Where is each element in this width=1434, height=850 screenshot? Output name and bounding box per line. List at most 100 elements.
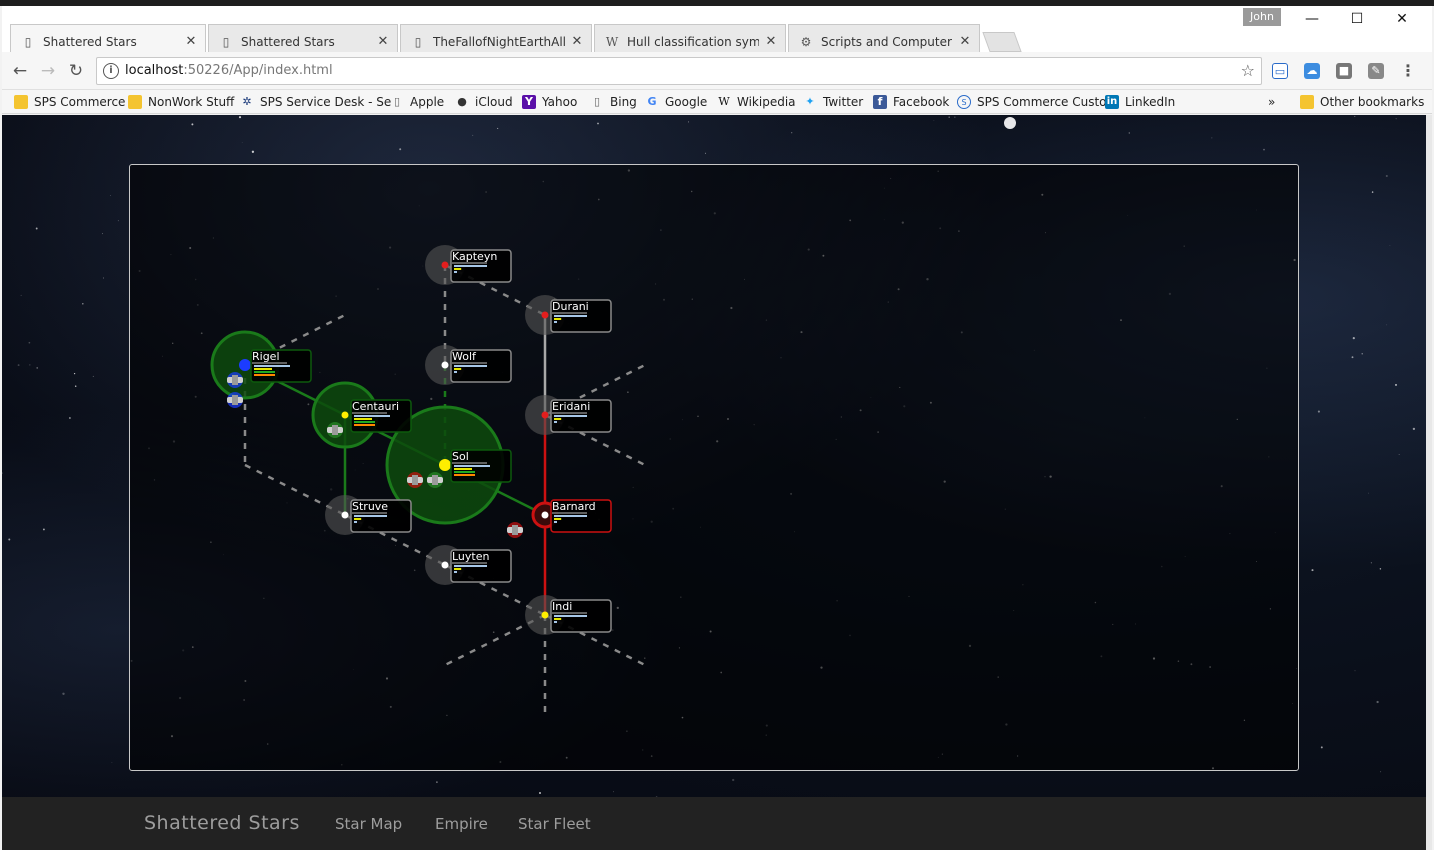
system-wolf[interactable]: Wolf [441, 349, 512, 383]
bookmark-label: Twitter [823, 95, 864, 109]
status-bar [354, 424, 375, 426]
bookmark-other[interactable]: Other bookmarks [1300, 93, 1424, 111]
forward-arrow-icon[interactable]: → [36, 59, 60, 83]
background-star [704, 152, 707, 154]
system-luyten[interactable]: Luyten [441, 549, 512, 583]
system-struve[interactable]: Struve [341, 499, 412, 533]
status-bar [354, 415, 390, 417]
back-arrow-icon[interactable]: ← [8, 59, 32, 83]
bookmark-bing[interactable]: ▯ Bing [590, 93, 637, 111]
browser-toolbar: ← → ↻ i localhost:50226/App/index.html ☆… [2, 52, 1432, 90]
system-kapteyn[interactable]: Kapteyn [441, 249, 512, 283]
app-brand-link[interactable]: Shattered Stars [144, 812, 300, 834]
sps-icon: S [957, 95, 971, 109]
status-bar [554, 615, 587, 617]
background-star [1263, 148, 1265, 151]
close-icon[interactable]: ✕ [377, 34, 389, 49]
bookmark-icloud[interactable]: ● iCloud [455, 93, 512, 111]
address-bar[interactable]: i localhost:50226/App/index.html ☆ [96, 57, 1262, 85]
bookmark-label: Yahoo [542, 95, 578, 109]
fleet-icon[interactable] [407, 472, 423, 488]
status-bar [454, 268, 462, 270]
nav-empire[interactable]: Empire [435, 815, 488, 833]
bookmark-sps-commerce-custo[interactable]: S SPS Commerce Custo [957, 93, 1107, 111]
status-bar [554, 315, 587, 317]
background-star [238, 116, 242, 119]
background-star [1385, 174, 1388, 178]
bookmark-facebook[interactable]: f Facebook [873, 93, 949, 111]
background-star [732, 778, 735, 782]
cast-icon[interactable]: ▭ [1272, 63, 1288, 79]
close-icon[interactable]: ✕ [185, 34, 197, 49]
close-icon[interactable]: ✕ [765, 34, 777, 49]
menu-dots-icon[interactable]: ⋮ [1400, 63, 1416, 79]
bookmark-linkedin[interactable]: in LinkedIn [1105, 93, 1175, 111]
status-bar [454, 271, 457, 273]
system-indi[interactable]: Indi [541, 599, 612, 633]
extension-icon[interactable]: ■ [1336, 63, 1352, 79]
close-icon[interactable]: ✕ [959, 34, 971, 49]
status-bar [354, 515, 387, 517]
background-star [1351, 356, 1354, 359]
tools-icon[interactable]: ✎ [1368, 63, 1384, 79]
bookmark-star-icon[interactable]: ☆ [1241, 61, 1255, 80]
bookmark-google[interactable]: G Google [645, 93, 707, 111]
status-bar [454, 371, 457, 373]
page-icon: ▯ [24, 34, 32, 49]
bookmark-apple[interactable]: ▯ Apple [390, 93, 444, 111]
bookmark-twitter[interactable]: ✦ Twitter [803, 93, 863, 111]
background-star [74, 385, 77, 387]
fleet-icon[interactable] [227, 372, 243, 388]
status-bar [354, 421, 375, 423]
fleet-icon[interactable] [327, 422, 343, 438]
background-star [1317, 410, 1320, 413]
system-barnard[interactable]: Barnard [541, 499, 612, 533]
bookmarks-overflow[interactable]: » [1268, 93, 1275, 111]
star-map-canvas[interactable]: Kapteyn Durani Rigel Wolf Centauri Eridani Sol… [130, 165, 1298, 770]
bright-star [1004, 117, 1016, 129]
background-star [597, 122, 599, 125]
info-icon[interactable]: i [103, 63, 119, 79]
new-tab-button[interactable] [982, 32, 1022, 52]
bookmark-yahoo[interactable]: Y Yahoo [522, 93, 577, 111]
background-star [68, 417, 71, 419]
bookmark-sps-service-desk[interactable]: ✲ SPS Service Desk - Se [240, 93, 391, 111]
maximize-button[interactable]: ☐ [1335, 8, 1379, 30]
profile-badge[interactable]: John [1243, 8, 1281, 26]
system-durani[interactable]: Durani [541, 299, 612, 333]
close-icon[interactable]: ✕ [571, 34, 583, 49]
close-window-button[interactable]: ✕ [1380, 8, 1424, 30]
system-centauri[interactable]: Centauri [341, 399, 412, 433]
background-star [1367, 492, 1369, 494]
reload-icon[interactable]: ↻ [64, 59, 88, 83]
url-text[interactable]: localhost:50226/App/index.html [125, 63, 333, 78]
page-scrollbar[interactable] [1426, 115, 1432, 850]
nav-star-map[interactable]: Star Map [335, 815, 402, 833]
fleet-icon[interactable] [507, 522, 523, 538]
cloud-icon[interactable]: ☁ [1304, 63, 1320, 79]
fleet-icon[interactable] [227, 392, 243, 408]
status-bar [554, 521, 557, 523]
bookmark-sps-commerce[interactable]: SPS Commerce [14, 93, 125, 111]
google-icon: G [647, 95, 657, 108]
system-eridani[interactable]: Eridani [541, 399, 612, 433]
star-map-panel: Kapteyn Durani Rigel Wolf Centauri Eridani Sol… [129, 164, 1299, 771]
status-bar [554, 618, 562, 620]
app-navbar: Shattered Stars Star Map Empire Star Fle… [2, 797, 1426, 850]
system-name-label: Kapteyn [452, 250, 497, 263]
status-bar [554, 421, 557, 423]
system-name-label: Durani [552, 300, 589, 313]
status-bar [454, 468, 472, 470]
system-name-label: Indi [552, 600, 572, 613]
background-star [110, 195, 111, 196]
bookmark-wikipedia[interactable]: W Wikipedia [717, 93, 795, 111]
background-star [954, 116, 956, 118]
nav-star-fleet[interactable]: Star Fleet [518, 815, 591, 833]
bookmark-nonwork-stuff[interactable]: NonWork Stuff [128, 93, 234, 111]
background-star [42, 528, 45, 531]
minimize-button[interactable]: — [1290, 8, 1334, 30]
fleet-icon[interactable] [427, 472, 443, 488]
star-icon [541, 611, 549, 619]
system-name-label: Barnard [552, 500, 596, 513]
status-bar [454, 365, 487, 367]
